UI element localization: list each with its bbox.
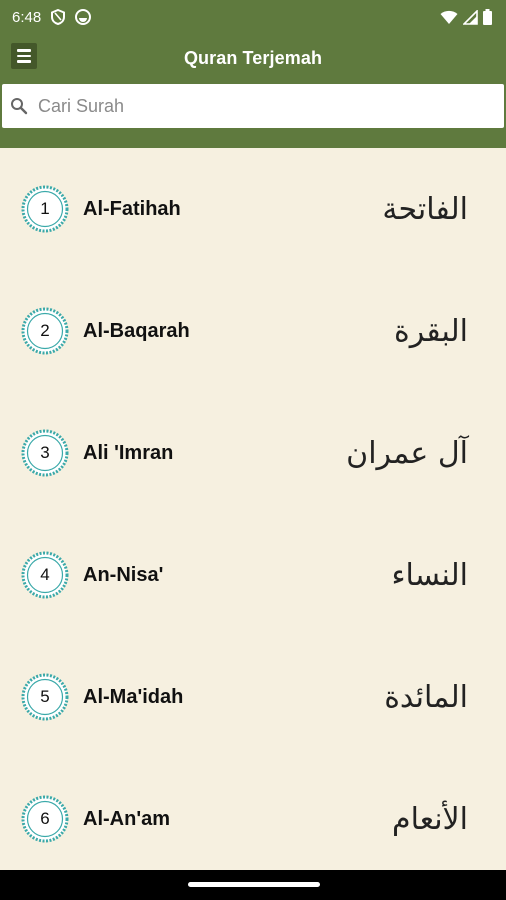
home-gesture-handle[interactable]: [188, 882, 320, 887]
surah-name: Ali 'Imran: [83, 441, 174, 464]
surah-number: 2: [40, 321, 50, 340]
surah-number-badge: 4: [20, 550, 70, 600]
surah-arabic-name: الأنعام: [392, 801, 468, 837]
surah-list: 1 Al-Fatihah الفاتحة 2 Al-Baqarah البقرة…: [0, 148, 506, 870]
surah-number-badge: 6: [20, 794, 70, 844]
wifi-icon: [440, 10, 458, 25]
surah-name: An-Nisa': [83, 563, 164, 586]
search-box[interactable]: [2, 84, 504, 128]
hamburger-menu-icon[interactable]: [11, 43, 37, 69]
status-bar: 6:48: [0, 0, 506, 34]
battery-icon: [483, 9, 492, 25]
list-item[interactable]: 1 Al-Fatihah الفاتحة: [0, 148, 506, 270]
search-input[interactable]: [38, 95, 478, 117]
app-bar: Quran Terjemah: [0, 34, 506, 82]
surah-arabic-name: النساء: [391, 557, 468, 593]
surah-arabic-name: المائدة: [384, 679, 468, 715]
status-time: 6:48: [12, 8, 42, 26]
list-item[interactable]: 6 Al-An'am الأنعام: [0, 758, 506, 870]
surah-number: 5: [40, 687, 50, 706]
list-item[interactable]: 2 Al-Baqarah البقرة: [0, 270, 506, 392]
surah-name: Al-Fatihah: [83, 197, 181, 220]
surah-name: Al-Ma'idah: [83, 685, 184, 708]
surah-name: Al-An'am: [83, 807, 170, 830]
search-area: [0, 82, 506, 148]
list-item[interactable]: 3 Ali 'Imran آل عمران: [0, 392, 506, 514]
surah-arabic-name: البقرة: [394, 313, 468, 349]
surah-arabic-name: آل عمران: [346, 435, 468, 471]
surah-name: Al-Baqarah: [83, 319, 190, 342]
list-item[interactable]: 4 An-Nisa' النساء: [0, 514, 506, 636]
surah-number-badge: 1: [20, 184, 70, 234]
surah-number-badge: 3: [20, 428, 70, 478]
surah-number: 1: [40, 199, 50, 218]
surah-arabic-name: الفاتحة: [382, 191, 468, 227]
surah-number: 3: [40, 443, 50, 462]
surah-number: 6: [40, 809, 50, 828]
signal-icon: [463, 9, 478, 25]
surah-number-badge: 2: [20, 306, 70, 356]
surah-number-badge: 5: [20, 672, 70, 722]
system-navigation-bar: [0, 870, 506, 900]
surah-number: 4: [40, 565, 50, 584]
circle-app-icon: [75, 9, 92, 25]
search-icon: [11, 98, 28, 115]
shield-icon: [51, 9, 66, 25]
list-item[interactable]: 5 Al-Ma'idah المائدة: [0, 636, 506, 758]
app-title: Quran Terjemah: [183, 47, 323, 68]
